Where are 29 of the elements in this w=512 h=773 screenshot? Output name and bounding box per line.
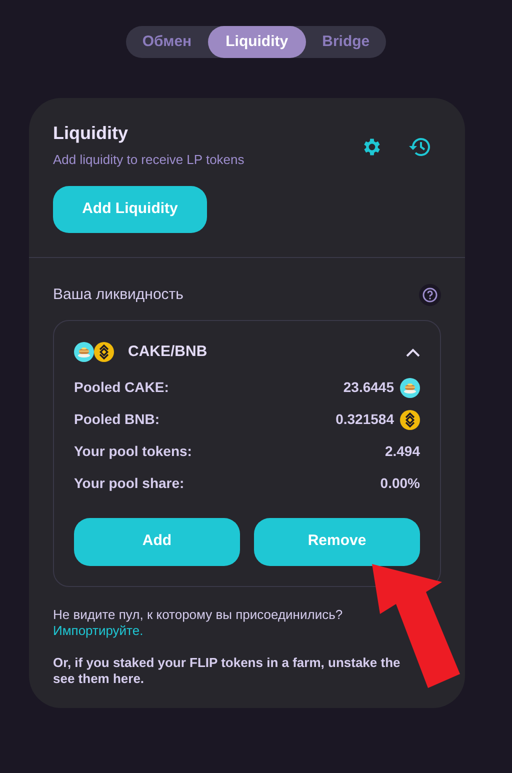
import-link[interactable]: Импортируйте.	[53, 622, 144, 638]
pair-name: CAKE/BNB	[128, 342, 208, 362]
row-value: 23.6445	[343, 378, 394, 397]
note-text: see them here.	[53, 670, 146, 686]
note-text: Or, if you staked your FLIP tokens in a farm, unstake the	[53, 654, 402, 670]
help-icon[interactable]	[419, 284, 441, 306]
row-value: 2.494	[384, 442, 420, 461]
add-button[interactable]: Add	[74, 518, 240, 566]
row-label: Your pool share:	[74, 474, 184, 493]
diamond-coin-icon	[94, 342, 114, 362]
history-icon[interactable]	[407, 136, 431, 158]
row-label: Pooled CAKE:	[74, 378, 169, 397]
tab[interactable]: Liquidity	[208, 26, 306, 58]
pancake-icon	[400, 378, 420, 398]
tab[interactable]: Bridge	[306, 26, 386, 58]
section-heading: Ваша ликвидность	[53, 284, 184, 304]
remove-button[interactable]: Remove	[254, 518, 420, 566]
row-label: Pooled BNB:	[74, 410, 160, 429]
add-liquidity-button[interactable]: Add Liquidity	[53, 186, 207, 232]
card-subtitle: Add liquidity to receive LP tokens	[53, 151, 244, 169]
question-text: Не видите пул, к которому вы присоединились?	[53, 606, 344, 622]
collapse-icon[interactable]	[406, 348, 420, 357]
tab[interactable]: Обмен	[126, 26, 208, 58]
pancake-icon	[74, 342, 94, 362]
diamond-coin-icon	[400, 410, 420, 430]
row-value: 0.321584	[336, 410, 394, 429]
row-value: 0.00%	[380, 474, 420, 493]
card-title: Liquidity	[53, 122, 129, 144]
row-label: Your pool tokens:	[74, 442, 192, 461]
